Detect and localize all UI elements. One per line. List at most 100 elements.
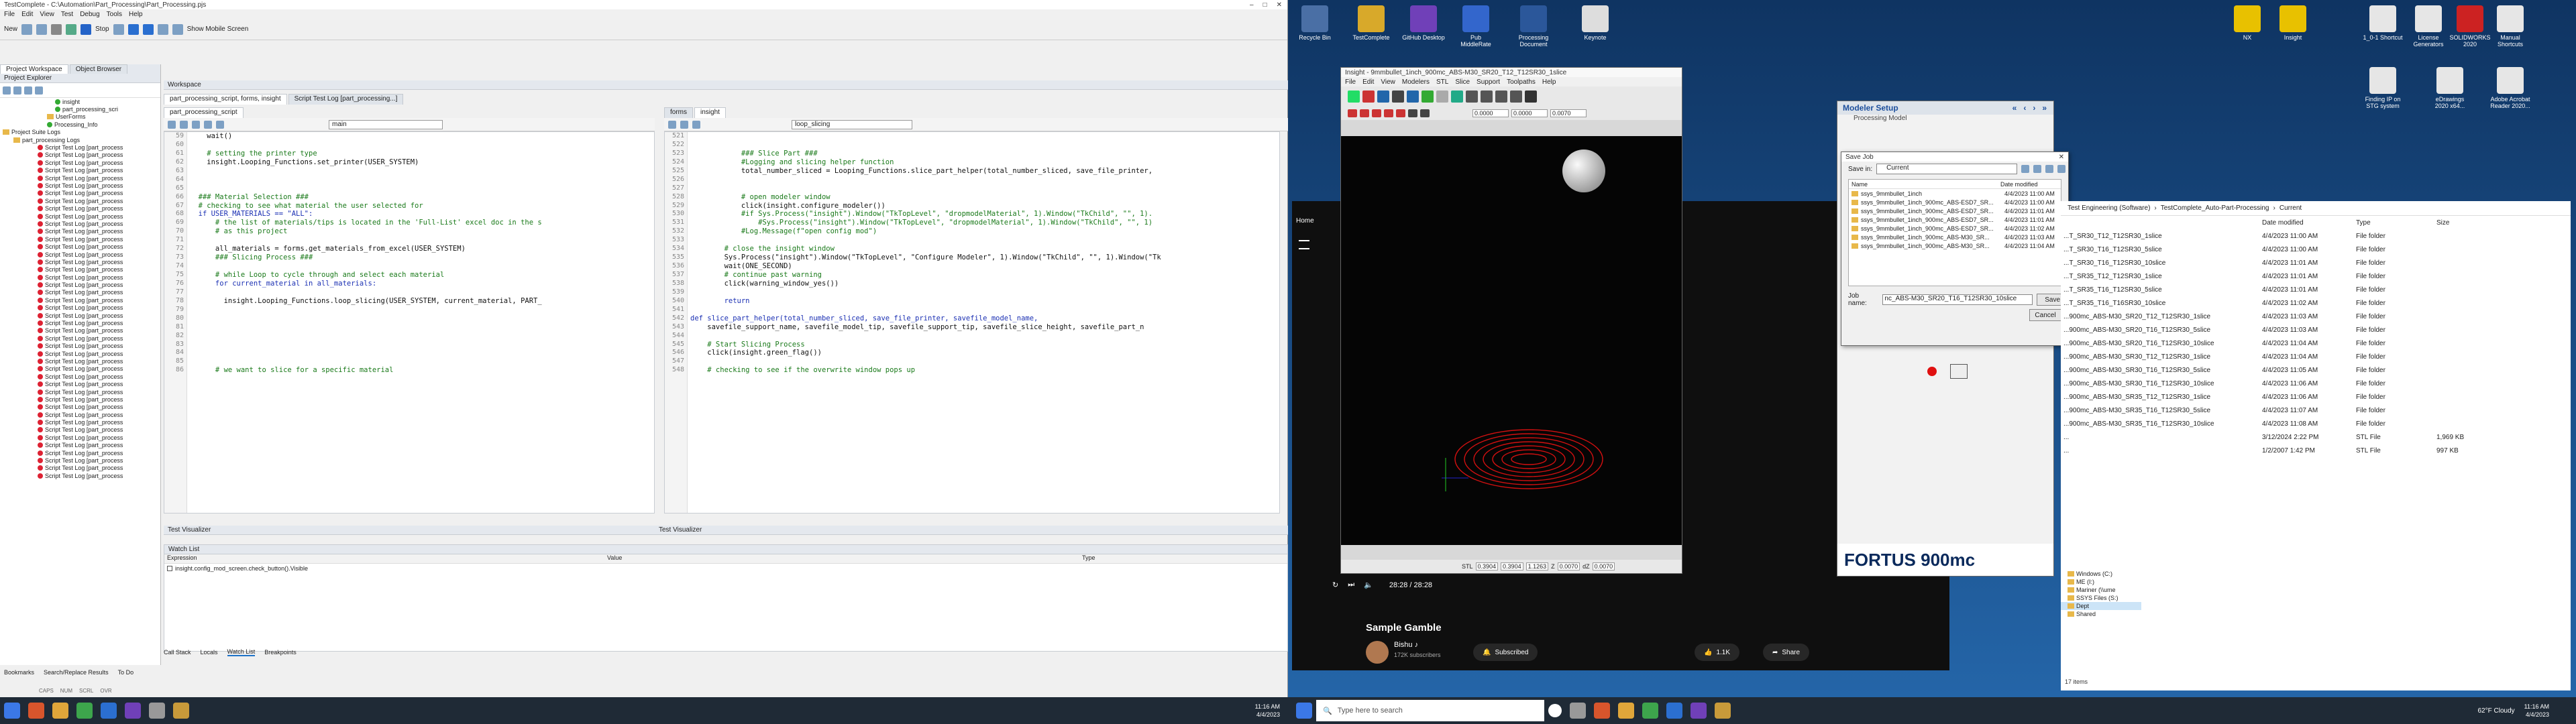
code-line[interactable] bbox=[190, 167, 647, 176]
share-button[interactable]: ➦ Share bbox=[1763, 644, 1810, 661]
code-line[interactable] bbox=[190, 184, 647, 193]
code-line[interactable]: # the list of materials/tips is located … bbox=[190, 219, 647, 227]
code-line[interactable] bbox=[190, 236, 647, 245]
panel-tab[interactable]: Bookmarks bbox=[4, 669, 34, 676]
collapse-icon[interactable] bbox=[35, 86, 43, 95]
watch-checkbox[interactable] bbox=[167, 566, 172, 571]
explorer-row[interactable]: ... 1/2/2007 1:42 PM STL File 997 KB bbox=[2061, 444, 2571, 457]
log-item[interactable]: Script Test Log [part_process bbox=[38, 434, 160, 441]
log-item[interactable]: Script Test Log [part_process bbox=[38, 327, 160, 335]
tool-icon[interactable] bbox=[1421, 90, 1434, 103]
back-icon[interactable] bbox=[204, 120, 212, 129]
mobile-icon[interactable] bbox=[172, 23, 183, 35]
insight-menu-item[interactable]: View bbox=[1381, 78, 1395, 86]
vscode-icon[interactable] bbox=[1666, 703, 1682, 719]
tree-item[interactable]: UserForms bbox=[47, 113, 160, 121]
log-item[interactable]: Script Test Log [part_process bbox=[38, 388, 160, 396]
log-item[interactable]: Script Test Log [part_process bbox=[38, 204, 160, 212]
code-line[interactable] bbox=[690, 357, 1273, 366]
maximize-icon[interactable]: □ bbox=[1263, 1, 1267, 9]
desktop-icon[interactable]: TestComplete bbox=[1350, 5, 1393, 41]
pause-icon[interactable] bbox=[127, 23, 139, 35]
code-line[interactable]: # we want to slice for a specific materi… bbox=[190, 366, 647, 375]
like-button[interactable]: 👍 1.1K bbox=[1695, 644, 1740, 661]
log-item[interactable]: Script Test Log [part_process bbox=[38, 197, 160, 204]
desktop-icon[interactable]: License Generators bbox=[2407, 5, 2450, 48]
explorer-row[interactable]: ...900mc_ABS-M30_SR20_T16_T12SR30_10slic… bbox=[2061, 337, 2571, 350]
tree-item[interactable]: part_processing_scri bbox=[47, 105, 160, 113]
code-line[interactable]: if USER_MATERIALS == "ALL": bbox=[190, 210, 647, 219]
desktop-icon[interactable]: SOLIDWORKS 2020 bbox=[2449, 5, 2491, 48]
insight-menu-item[interactable]: Modelers bbox=[1402, 78, 1430, 86]
explorer-row[interactable]: ...900mc_ABS-M30_SR30_T12_T12SR30_1slice… bbox=[2061, 350, 2571, 363]
code-line[interactable]: #Log.Message(f"open config mod") bbox=[690, 227, 1273, 236]
code-line[interactable] bbox=[690, 288, 1273, 297]
testcomplete-icon[interactable] bbox=[1715, 703, 1731, 719]
vscode-icon[interactable] bbox=[101, 703, 117, 719]
code-line[interactable] bbox=[190, 176, 647, 184]
prev-icon[interactable]: ‹ bbox=[2023, 103, 2026, 113]
explorer-row[interactable]: ...T_SR35_T16_T16SR30_10slice 4/4/2023 11… bbox=[2061, 296, 2571, 310]
code-line[interactable] bbox=[190, 349, 647, 357]
insight-menu-item[interactable]: Edit bbox=[1362, 78, 1374, 86]
folder-icon[interactable] bbox=[1618, 703, 1634, 719]
cancel-button[interactable]: Cancel bbox=[2029, 309, 2061, 321]
record-icon[interactable] bbox=[51, 23, 62, 35]
tab-project-workspace[interactable]: Project Workspace bbox=[0, 64, 68, 74]
log-item[interactable]: Script Test Log [part_process bbox=[38, 258, 160, 265]
comment-icon[interactable] bbox=[192, 120, 200, 129]
file-row[interactable]: ssys_9mmbullet_1inch_900mc_ABS-M30_SR...… bbox=[1849, 233, 2061, 241]
testcomplete-icon[interactable] bbox=[173, 703, 189, 719]
desktop-icon[interactable]: eDrawings 2020 x64... bbox=[2428, 67, 2471, 109]
log-item[interactable]: Script Test Log [part_process bbox=[38, 472, 160, 479]
log-item[interactable]: Script Test Log [part_process bbox=[38, 380, 160, 387]
log-item[interactable]: Script Test Log [part_process bbox=[38, 426, 160, 434]
script-log-icon[interactable] bbox=[113, 23, 124, 35]
file-row[interactable]: ssys_9mmbullet_1inch_900mc_ABS-M30_SR...… bbox=[1849, 241, 2061, 250]
code-line[interactable]: insight.Looping_Functions.set_printer(US… bbox=[190, 158, 647, 167]
search-box[interactable]: 🔍 Type here to search bbox=[1316, 700, 1544, 721]
insight-menu-item[interactable]: Toolpaths bbox=[1507, 78, 1536, 86]
explorer-row[interactable]: ...T_SR30_T16_T12SR30_5slice 4/4/2023 11:… bbox=[2061, 243, 2571, 256]
tab-left-editor[interactable]: part_processing_script bbox=[164, 107, 244, 118]
replay-icon[interactable]: ↻ bbox=[1332, 581, 1338, 589]
menu-item[interactable]: Tools bbox=[107, 11, 122, 18]
log-item[interactable]: Script Test Log [part_process bbox=[38, 174, 160, 182]
record-icon[interactable] bbox=[1927, 367, 1937, 376]
new-folder-icon[interactable] bbox=[2045, 165, 2054, 173]
next-icon[interactable]: ⏭ bbox=[1348, 581, 1354, 589]
tree-logs-root[interactable]: part_processing Logs bbox=[0, 136, 160, 143]
explorer-row[interactable]: ...T_SR35_T12_T12SR30_1slice 4/4/2023 11:… bbox=[2061, 269, 2571, 283]
github-icon[interactable] bbox=[1690, 703, 1707, 719]
log-item[interactable]: Script Test Log [part_process bbox=[38, 411, 160, 418]
tool-icon[interactable] bbox=[1360, 109, 1369, 117]
yt-channel[interactable]: Bishu ♪ bbox=[1394, 641, 1418, 649]
log-item[interactable]: Script Test Log [part_process bbox=[38, 319, 160, 326]
find-icon[interactable] bbox=[157, 23, 168, 35]
panel-tab[interactable]: To Do bbox=[118, 669, 134, 676]
code-line[interactable]: ### Slicing Process ### bbox=[190, 253, 647, 262]
log-item[interactable]: Script Test Log [part_process bbox=[38, 465, 160, 472]
log-item[interactable]: Script Test Log [part_process bbox=[38, 357, 160, 365]
code-line[interactable]: # as this project bbox=[190, 227, 647, 236]
run-icon[interactable] bbox=[66, 23, 77, 35]
tool-icon[interactable] bbox=[1495, 90, 1507, 103]
tool-icon[interactable] bbox=[1362, 90, 1375, 103]
up-folder-icon[interactable] bbox=[2033, 165, 2042, 173]
right-code-editor[interactable]: 521 522 523 524 525 526 527 528 529 530 531 532 533 5… bbox=[664, 131, 1280, 514]
sign-icon[interactable] bbox=[1950, 364, 1968, 379]
code-line[interactable]: ### Material Selection ### bbox=[190, 193, 647, 202]
insight-menu-item[interactable]: STL bbox=[1436, 78, 1448, 86]
tool-icon[interactable] bbox=[1466, 90, 1478, 103]
channel-avatar[interactable] bbox=[1366, 641, 1389, 664]
coord-y-field[interactable]: 0.0000 bbox=[1511, 109, 1548, 117]
log-item[interactable]: Script Test Log [part_process bbox=[38, 296, 160, 304]
code-line[interactable]: # open modeler window bbox=[690, 193, 1273, 202]
code-line[interactable]: # checking to see if the overwrite windo… bbox=[690, 366, 1273, 375]
column-date[interactable]: Date modified bbox=[2000, 181, 2038, 188]
desktop-icon[interactable]: Manual Shortcuts bbox=[2489, 5, 2532, 48]
code-line[interactable]: savefile_support_name, savefile_model_ti… bbox=[690, 323, 1273, 332]
firefox-icon[interactable] bbox=[1594, 703, 1610, 719]
tool-icon[interactable] bbox=[1436, 90, 1448, 103]
code-line[interactable]: # Start Slicing Process bbox=[690, 341, 1273, 349]
